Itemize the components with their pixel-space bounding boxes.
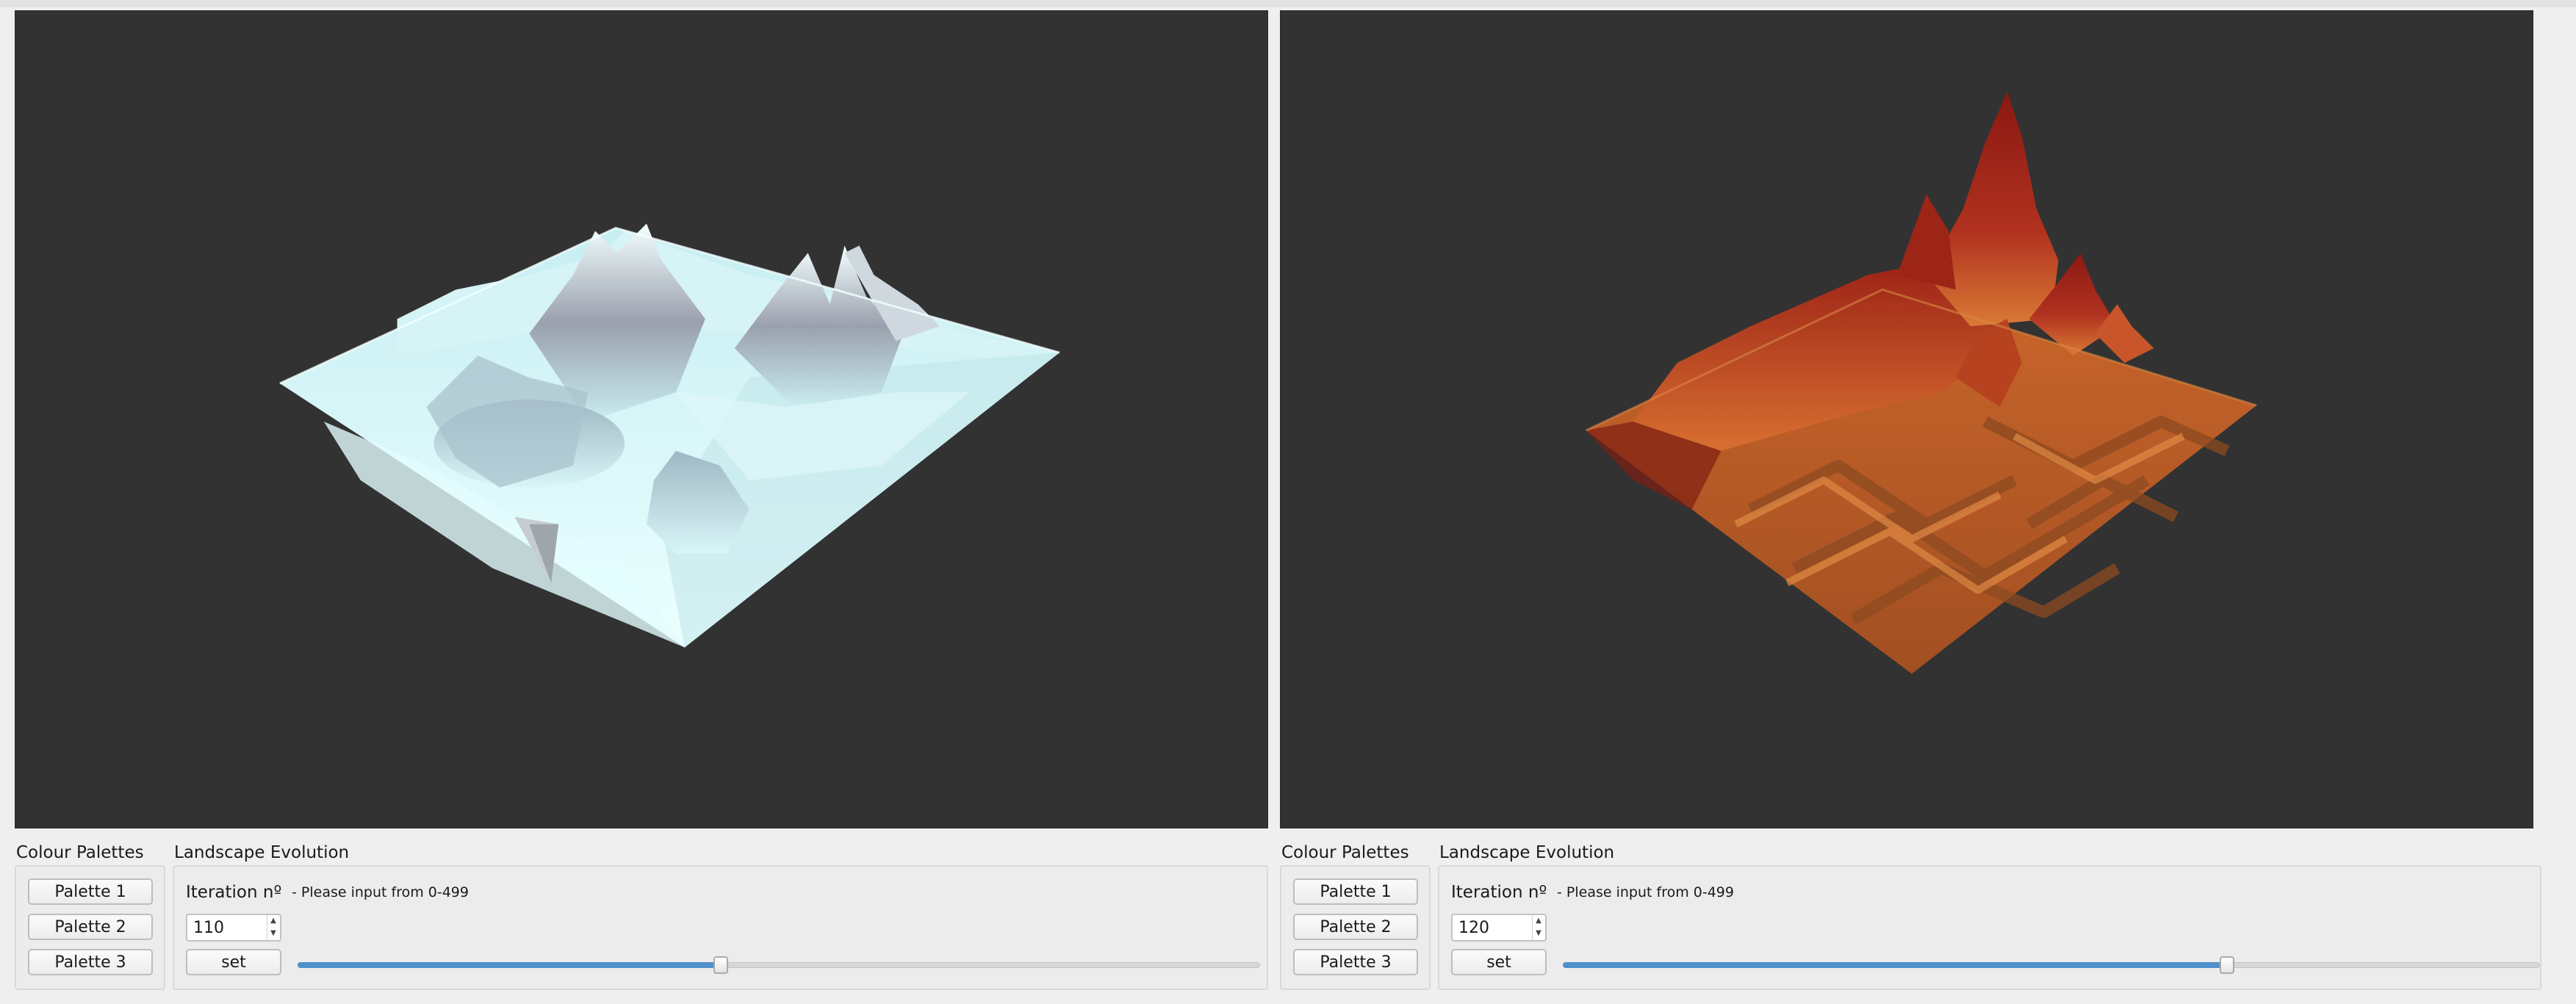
spin-up-icon[interactable]: ▲ bbox=[269, 915, 278, 927]
window-top-edge bbox=[0, 0, 2576, 7]
palette-group: Palette 1 Palette 2 Palette 3 bbox=[1280, 865, 1431, 990]
palette-1-button[interactable]: Palette 1 bbox=[28, 878, 153, 905]
set-button[interactable]: set bbox=[186, 949, 281, 975]
spin-down-icon[interactable]: ▼ bbox=[269, 928, 278, 939]
evolution-group: Iteration nº - Please input from 0-499 1… bbox=[173, 865, 1268, 990]
iteration-slider[interactable] bbox=[1563, 956, 2540, 974]
slider-handle[interactable] bbox=[2220, 956, 2235, 974]
controls-panel-left: Colour Palettes Palette 1 Palette 2 Pale… bbox=[15, 828, 1268, 999]
slider-fill bbox=[298, 962, 722, 968]
palette-2-button[interactable]: Palette 2 bbox=[1293, 914, 1418, 940]
iteration-slider[interactable] bbox=[298, 956, 1260, 974]
controls-panel-right: Colour Palettes Palette 1 Palette 2 Pale… bbox=[1280, 828, 2548, 999]
palette-3-button[interactable]: Palette 3 bbox=[1293, 949, 1418, 975]
evolution-group: Iteration nº - Please input from 0-499 1… bbox=[1438, 865, 2541, 990]
spinbox-arrows: ▲ ▼ bbox=[267, 915, 280, 940]
landscape-render-lava bbox=[1586, 91, 2257, 674]
iteration-value[interactable]: 110 bbox=[193, 919, 224, 937]
spin-up-icon[interactable]: ▲ bbox=[1534, 915, 1543, 927]
slider-fill bbox=[1563, 962, 2228, 968]
iteration-hint: - Please input from 0-499 bbox=[292, 884, 469, 900]
slider-handle[interactable] bbox=[713, 956, 729, 974]
left-pane: Colour Palettes Palette 1 Palette 2 Pale… bbox=[0, 7, 1278, 999]
right-pane: Colour Palettes Palette 1 Palette 2 Pale… bbox=[1278, 7, 2576, 999]
landscape-render-ice bbox=[279, 223, 1060, 648]
landscape-viewport-right[interactable] bbox=[1280, 10, 2533, 828]
iteration-hint: - Please input from 0-499 bbox=[1557, 884, 1734, 900]
palette-1-button[interactable]: Palette 1 bbox=[1293, 878, 1418, 905]
iteration-value[interactable]: 120 bbox=[1458, 919, 1489, 937]
spinbox-arrows: ▲ ▼ bbox=[1532, 915, 1545, 940]
spin-down-icon[interactable]: ▼ bbox=[1534, 928, 1543, 939]
palette-group-title: Colour Palettes bbox=[1281, 843, 1409, 862]
iteration-label: Iteration nº bbox=[186, 883, 282, 902]
iteration-spinbox[interactable]: 120 ▲ ▼ bbox=[1451, 914, 1547, 942]
set-button[interactable]: set bbox=[1451, 949, 1547, 975]
palette-group-title: Colour Palettes bbox=[16, 843, 144, 862]
palette-group: Palette 1 Palette 2 Palette 3 bbox=[15, 865, 165, 990]
iteration-spinbox[interactable]: 110 ▲ ▼ bbox=[186, 914, 281, 942]
evolution-group-title: Landscape Evolution bbox=[1439, 843, 1615, 862]
palette-3-button[interactable]: Palette 3 bbox=[28, 949, 153, 975]
evolution-group-title: Landscape Evolution bbox=[174, 843, 350, 862]
iteration-label: Iteration nº bbox=[1451, 883, 1547, 902]
landscape-viewport-left[interactable] bbox=[15, 10, 1268, 828]
palette-2-button[interactable]: Palette 2 bbox=[28, 914, 153, 940]
